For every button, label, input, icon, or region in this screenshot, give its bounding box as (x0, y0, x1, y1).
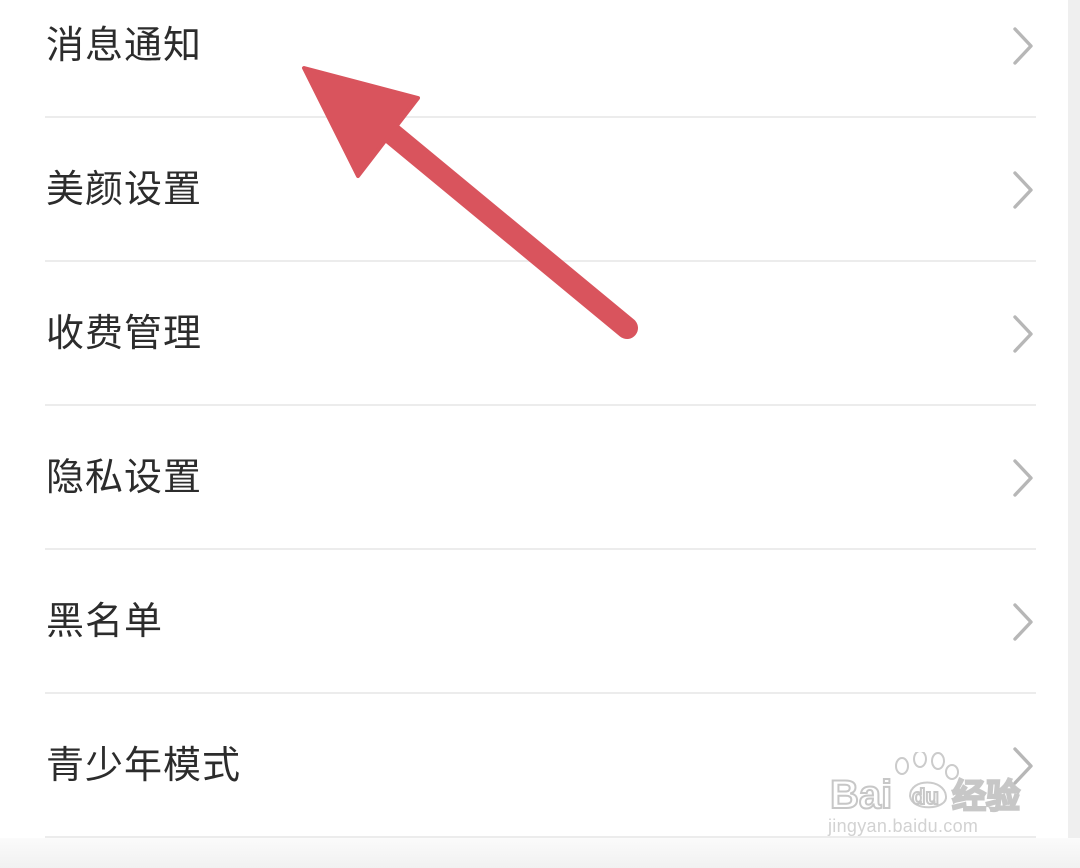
chevron-right-icon (1010, 314, 1036, 354)
right-edge-strip (1068, 0, 1080, 868)
setting-item-label: 消息通知 (46, 23, 203, 67)
setting-item-label: 黑名单 (46, 599, 164, 643)
setting-item-blacklist[interactable]: 黑名单 (0, 550, 1068, 694)
settings-screen: 消息通知 美颜设置 收费管理 隐私设置 黑名单 青少年模式 (0, 0, 1068, 868)
setting-item-fee-management[interactable]: 收费管理 (0, 262, 1068, 406)
bottom-edge-strip (0, 838, 1080, 868)
setting-item-label: 收费管理 (46, 311, 203, 355)
setting-item-label: 青少年模式 (46, 743, 242, 787)
setting-item-label: 隐私设置 (46, 455, 203, 499)
chevron-right-icon (1010, 458, 1036, 498)
setting-item-label: 美颜设置 (46, 167, 203, 211)
setting-item-beauty-settings[interactable]: 美颜设置 (0, 118, 1068, 262)
setting-item-message-notification[interactable]: 消息通知 (0, 0, 1068, 118)
chevron-right-icon (1010, 602, 1036, 642)
chevron-right-icon (1010, 746, 1036, 786)
chevron-right-icon (1010, 170, 1036, 210)
chevron-right-icon (1010, 26, 1036, 66)
setting-item-youth-mode[interactable]: 青少年模式 (0, 694, 1068, 838)
setting-item-privacy-settings[interactable]: 隐私设置 (0, 406, 1068, 550)
